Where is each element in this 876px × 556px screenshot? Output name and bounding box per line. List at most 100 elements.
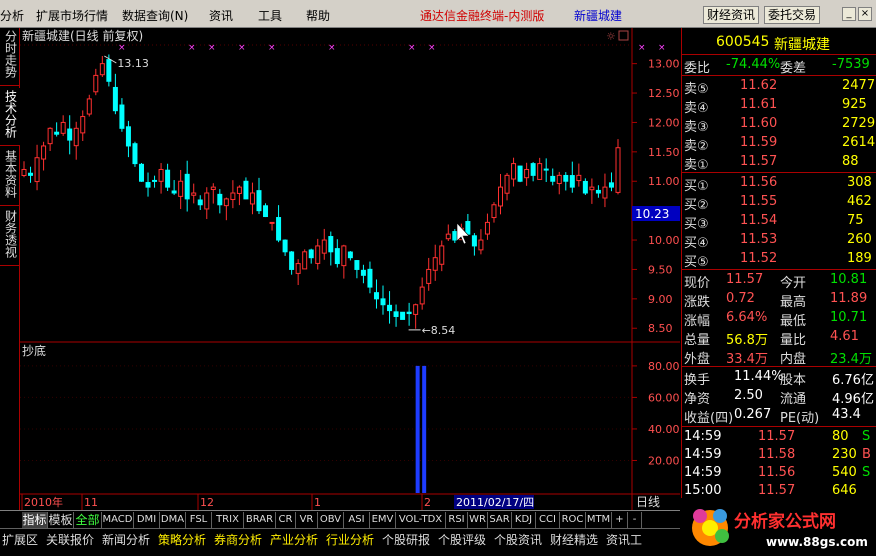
event-marker-icon[interactable]: × <box>428 43 436 53</box>
bid-row[interactable]: 买① 11.56 308 <box>682 174 876 194</box>
info-tab[interactable]: 行业分析 <box>326 531 374 548</box>
indicator-tab-bar: 指标 模板 全部 MACD DMI DMA FSL TRIX BRAR CR VR OBV ASI EMV… <box>0 510 680 528</box>
indicator-tab-fsl[interactable]: FSL <box>186 512 212 528</box>
stat-row[interactable]: 净资 2.50 流通 4.96亿 <box>682 387 876 407</box>
indicator-tab-asi[interactable]: ASI <box>344 512 370 528</box>
bid-row[interactable]: 买② 11.55 462 <box>682 193 876 213</box>
event-marker-icon[interactable]: × <box>238 43 246 53</box>
indicator-tab-[interactable]: 模板 <box>48 512 74 528</box>
indicator-tab-obv[interactable]: OBV <box>318 512 344 528</box>
menu-item-ext-market[interactable]: 扩展市场行情 <box>36 7 108 24</box>
indicator-y-tick-label: 20.00 <box>648 454 680 467</box>
indicator-tab-[interactable]: 全部 <box>74 512 102 528</box>
info-tab[interactable]: 个股评级 <box>438 531 486 548</box>
tick-volume: 230 <box>832 447 857 462</box>
app-title: 通达信金融终端-内测版 <box>420 9 545 23</box>
ask-row[interactable]: 卖④ 11.61 925 <box>682 96 876 116</box>
indicator-tab-kdj[interactable]: KDJ <box>512 512 536 528</box>
bid-price: 11.54 <box>740 213 778 228</box>
kline-chart[interactable]: 13.13 ←8.54 × × × × × × × × × × 8.50 9.00 9.50 10.00 10… <box>20 28 680 510</box>
tick-price: 11.58 <box>758 447 796 462</box>
close-icon[interactable]: × <box>858 7 872 21</box>
stat-row[interactable]: 涨跌 0.72 最高 11.89 <box>682 290 876 310</box>
event-marker-icon[interactable]: × <box>638 43 646 53</box>
stat-row[interactable]: 涨幅 6.64% 最低 10.71 <box>682 309 876 329</box>
stat-value: 11.89 <box>830 291 868 306</box>
ask-price: 11.59 <box>740 135 778 150</box>
indicator-tab-sar[interactable]: SAR <box>488 512 512 528</box>
indicator-tab-[interactable]: - <box>628 512 642 528</box>
settings-icon[interactable]: ☼ <box>606 30 616 43</box>
indicator-tab-dma[interactable]: DMA <box>160 512 186 528</box>
info-tab[interactable]: 新闻分析 <box>102 531 150 548</box>
info-tab[interactable]: 个股研报 <box>382 531 430 548</box>
event-marker-icon[interactable]: × <box>188 43 196 53</box>
stat-value: 6.64% <box>726 310 768 325</box>
menu-item-tools[interactable]: 工具 <box>258 7 282 24</box>
ask-row[interactable]: 卖③ 11.60 2729 <box>682 115 876 135</box>
stat-row[interactable]: 总量 56.8万 量比 4.61 <box>682 328 876 348</box>
order-trade-button[interactable]: 委托交易 <box>764 6 820 24</box>
indicator-tab-mtm[interactable]: MTM <box>586 512 612 528</box>
indicator-tab-cci[interactable]: CCI <box>536 512 560 528</box>
event-marker-icon[interactable]: × <box>658 43 666 53</box>
stat-row[interactable]: 现价 11.57 今开 10.81 <box>682 271 876 291</box>
stat-label: 今开 <box>780 276 807 291</box>
tick-row[interactable]: 14:59 11.56 540 S <box>682 464 876 483</box>
ask-row[interactable]: 卖② 11.59 2614 <box>682 134 876 154</box>
info-tab[interactable]: 扩展区 <box>2 531 38 548</box>
stat-label: 流通 <box>780 392 807 407</box>
period-label[interactable]: 日线 <box>636 495 660 509</box>
menu-item-analysis[interactable]: 分析 <box>0 7 24 24</box>
info-tab[interactable]: 产业分析 <box>270 531 318 548</box>
stat-row[interactable]: 收益(四) 0.267 PE(动) 43.4 <box>682 406 876 426</box>
indicator-tab-voltdx[interactable]: VOL-TDX <box>396 512 446 528</box>
event-marker-icon[interactable]: × <box>208 43 216 53</box>
ask-row[interactable]: 卖⑤ 11.62 2477 <box>682 77 876 97</box>
finance-news-button[interactable]: 财经资讯 <box>703 6 759 24</box>
stat-row[interactable]: 换手 11.44% 股本 6.76亿 <box>682 368 876 388</box>
event-marker-icon[interactable]: × <box>328 43 336 53</box>
menu-item-data-query[interactable]: 数据查询(N) <box>122 7 188 24</box>
tick-row[interactable]: 14:59 11.57 80 S <box>682 428 876 447</box>
ask-label: 卖① <box>684 158 709 173</box>
stat-value: 0.267 <box>734 407 772 422</box>
event-marker-icon[interactable]: × <box>118 43 126 53</box>
stat-row[interactable]: 外盘 33.4万 内盘 23.4万 <box>682 347 876 367</box>
indicator-tab-brar[interactable]: BRAR <box>244 512 276 528</box>
info-tab[interactable]: 策略分析 <box>158 531 206 548</box>
tab-financial[interactable]: 财务透视 <box>0 208 20 266</box>
indicator-tab-vr[interactable]: VR <box>296 512 318 528</box>
indicator-tab-trix[interactable]: TRIX <box>212 512 244 528</box>
info-tab[interactable]: 财经精选 <box>550 531 598 548</box>
tab-basic-info[interactable]: 基本资料 <box>0 148 20 206</box>
bid-row[interactable]: 买④ 11.53 260 <box>682 231 876 251</box>
info-tab[interactable]: 资讯工 <box>606 531 642 548</box>
tab-timeshare[interactable]: 分时走势 <box>0 28 20 86</box>
bid-row[interactable]: 买⑤ 11.52 189 <box>682 250 876 270</box>
indicator-tab-[interactable]: + <box>612 512 628 528</box>
stat-label: 现价 <box>684 276 711 291</box>
tab-technical[interactable]: 技术分析 <box>0 88 20 146</box>
indicator-tab-rsi[interactable]: RSI <box>446 512 468 528</box>
info-tab[interactable]: 个股资讯 <box>494 531 542 548</box>
tick-row[interactable]: 14:59 11.58 230 B <box>682 446 876 465</box>
indicator-tab-macd[interactable]: MACD <box>102 512 134 528</box>
menu-item-help[interactable]: 帮助 <box>306 7 330 24</box>
indicator-tab-roc[interactable]: ROC <box>560 512 586 528</box>
menu-item-news[interactable]: 资讯 <box>209 7 233 24</box>
stat-value: 23.4万 <box>830 352 872 367</box>
indicator-tab-emv[interactable]: EMV <box>370 512 396 528</box>
info-tab[interactable]: 关联报价 <box>46 531 94 548</box>
event-marker-icon[interactable]: × <box>268 43 276 53</box>
indicator-tab-cr[interactable]: CR <box>276 512 296 528</box>
bid-row[interactable]: 买③ 11.54 75 <box>682 212 876 232</box>
chart-area[interactable]: 13.13 ←8.54 × × × × × × × × × × 8.50 9.00 9.50 10.00 10… <box>20 28 680 510</box>
info-tab[interactable]: 券商分析 <box>214 531 262 548</box>
event-marker-icon[interactable]: × <box>408 43 416 53</box>
ask-row[interactable]: 卖① 11.57 88 <box>682 153 876 173</box>
indicator-tab-wr[interactable]: WR <box>468 512 488 528</box>
indicator-tab-[interactable]: 指标 <box>22 512 48 528</box>
indicator-tab-dmi[interactable]: DMI <box>134 512 160 528</box>
minimize-icon[interactable]: _ <box>842 7 856 21</box>
